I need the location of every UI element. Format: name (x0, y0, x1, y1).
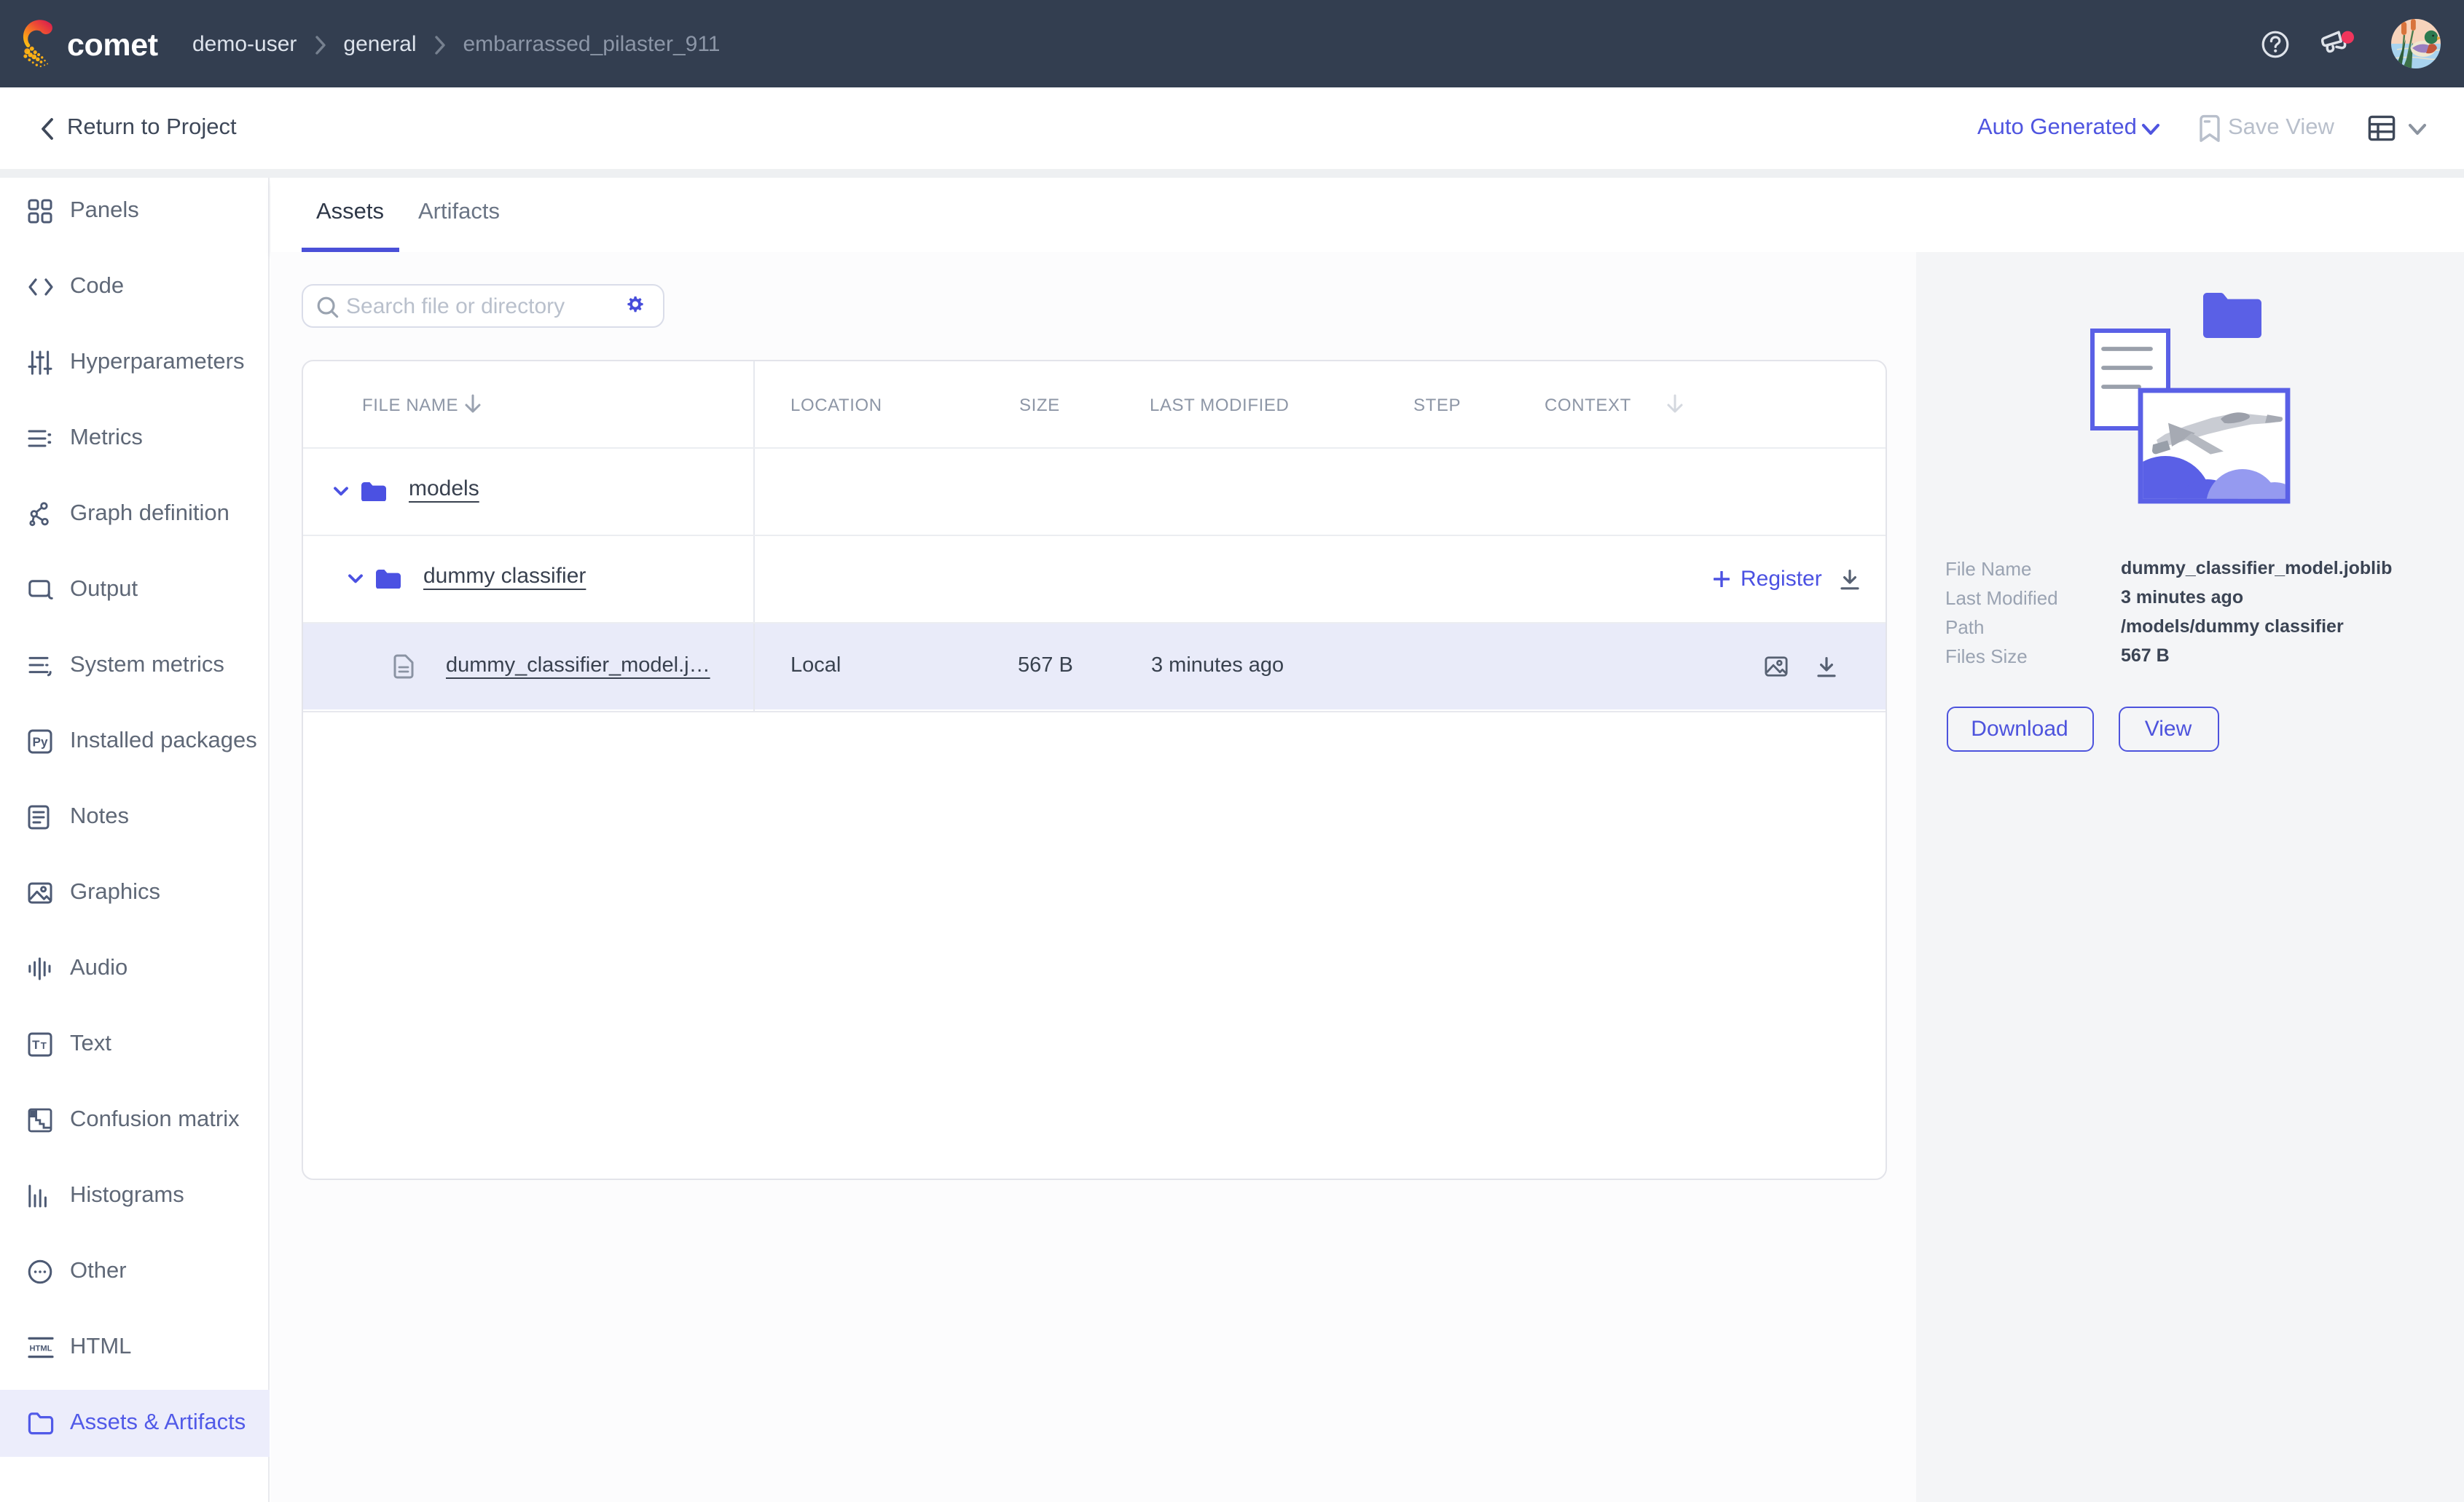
svg-text:T: T (32, 1038, 40, 1052)
svg-text:Py: Py (32, 735, 47, 750)
svg-text:HTML: HTML (29, 1345, 52, 1353)
svg-text:T: T (41, 1040, 47, 1051)
